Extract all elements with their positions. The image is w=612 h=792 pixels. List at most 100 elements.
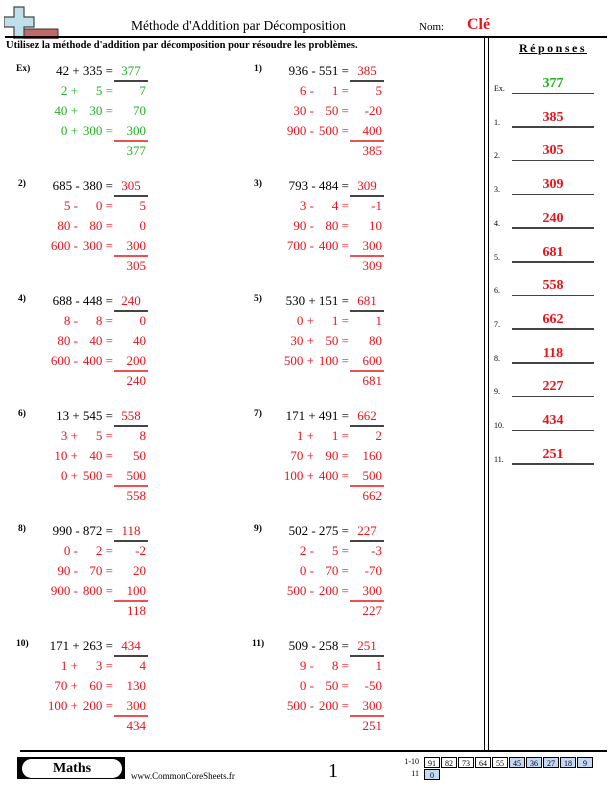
expression-text: 936 - 551 = (288, 63, 349, 78)
step-result: 300 (126, 698, 147, 713)
problem-answer: 377 (121, 63, 141, 78)
answer-key-row: 6. 558 (494, 276, 604, 297)
step-right-operand: 400 = (82, 353, 113, 368)
step-left-operand: 90 - (57, 563, 78, 578)
step-right-operand: 300 = (82, 123, 113, 138)
step-left-operand: 2 + (60, 83, 78, 98)
answer-key-row: 3. 309 (494, 175, 604, 196)
problem-answer: 240 (121, 293, 141, 308)
score-cell: 45 (509, 757, 525, 768)
problem-expression: 990 - 872 = 118 (18, 522, 178, 540)
answer-key-line (512, 159, 594, 162)
step-right-operand: 5 = (95, 428, 113, 443)
answer-key-value: 681 (542, 244, 564, 260)
score-cell: 18 (560, 757, 576, 768)
total-value: 434 (126, 718, 147, 733)
expression-text: 793 - 484 = (288, 178, 349, 193)
problem-expression: 42 + 335 = 377 (18, 62, 178, 80)
decomposition-total: 118 (18, 602, 178, 620)
expression-text: 530 + 151 = (285, 293, 349, 308)
step-result: 160 (362, 448, 383, 463)
decomposition-step: 3 - 4 = -1 (254, 197, 414, 215)
step-right-operand: 50 = (325, 333, 349, 348)
problem-answer: 309 (357, 178, 377, 193)
footer-divider-right (484, 750, 607, 752)
step-result: -2 (135, 543, 146, 558)
expression-text: 509 - 258 = (288, 638, 349, 653)
problem-answer: 227 (357, 523, 377, 538)
score-row-label: 1-10 (404, 757, 419, 766)
step-left-operand: 5 - (63, 198, 78, 213)
step-left-operand: 30 - (293, 103, 314, 118)
answer-key-value: 227 (542, 379, 564, 395)
decomposition-step: 600 - 300 = 300 (18, 237, 178, 255)
step-result: 7 (139, 83, 147, 98)
score-cell: 55 (492, 757, 508, 768)
step-right-operand: 500 = (82, 468, 113, 483)
footer-divider (20, 750, 484, 752)
step-left-operand: 10 + (54, 448, 78, 463)
decomposition-step: 100 + 200 = 300 (18, 697, 178, 715)
decomposition-step: 80 - 80 = 0 (18, 217, 178, 235)
step-result: 300 (126, 123, 147, 138)
problem-item: 1) 936 - 551 = 385 6 -1 = 5 30 -50 = -20 900 -5… (254, 62, 414, 172)
total-value: 240 (126, 373, 147, 388)
step-result: 5 (375, 83, 383, 98)
answer-key-line (512, 463, 594, 465)
decomposition-step: 600 - 400 = 200 (18, 352, 178, 370)
step-left-operand: 90 - (293, 218, 314, 233)
step-left-operand: 900 - (50, 583, 78, 598)
name-value: Clé (467, 16, 491, 33)
step-right-operand: 5 = (95, 83, 113, 98)
problem-expression: 530 + 151 = 681 (254, 292, 414, 310)
problem-item: 4) 688 - 448 = 240 8 -8 = 0 80 -40 = 40 600 -40… (18, 292, 178, 402)
step-right-operand: 70 = (89, 563, 113, 578)
step-result: 80 (369, 333, 382, 348)
step-left-operand: 500 - (286, 583, 314, 598)
answers-title: Réponses (519, 41, 588, 55)
step-result: 10 (369, 218, 382, 233)
step-left-operand: 6 - (299, 83, 314, 98)
step-result: 0 (139, 218, 147, 233)
step-left-operand: 1 + (296, 428, 314, 443)
decomposition-total: 434 (18, 717, 178, 735)
step-result: 200 (126, 353, 147, 368)
step-right-operand: 100 = (318, 353, 349, 368)
step-result: 50 (133, 448, 146, 463)
score-cell: 73 (458, 757, 474, 768)
step-left-operand: 0 - (63, 543, 78, 558)
decomposition-total: 240 (18, 372, 178, 390)
score-cell: 9 (577, 757, 593, 768)
answer-key-row: 2. 305 (494, 141, 604, 162)
step-left-operand: 100 + (283, 468, 314, 483)
decomposition-total: 377 (18, 142, 178, 160)
decomposition-step: 900 - 800 = 100 (18, 582, 178, 600)
answer-key-number: 5. (494, 252, 500, 262)
decomposition-step: 90 - 70 = 20 (18, 562, 178, 580)
expression-text: 685 - 380 = (52, 178, 113, 193)
step-left-operand: 600 - (50, 353, 78, 368)
problem-item: 11) 509 - 258 = 251 9 -8 = 1 0 -50 = -50 500 -2… (252, 637, 414, 747)
step-left-operand: 500 + (283, 353, 314, 368)
answer-key-number: 6. (494, 286, 500, 296)
answer-key-row: 1. 385 (494, 108, 604, 128)
decomposition-step: 40 + 30 = 70 (18, 102, 178, 120)
answer-key-value: 662 (542, 311, 564, 327)
step-result: 300 (362, 583, 383, 598)
answer-key-row: 4. 240 (494, 209, 604, 229)
step-right-operand: 8 = (331, 658, 349, 673)
problem-answer: 385 (357, 63, 377, 78)
step-result: 130 (126, 678, 147, 693)
step-result: 500 (362, 468, 383, 483)
answer-key-value: 434 (542, 413, 564, 428)
step-right-operand: 400 = (318, 238, 349, 253)
header-divider (5, 36, 607, 38)
step-right-operand: 30 = (89, 103, 113, 118)
decomposition-step: 2 + 5 = 7 (18, 82, 178, 100)
decomposition-step: 90 - 80 = 10 (254, 217, 414, 235)
instructions: Utilisez la méthode d'addition par décom… (6, 40, 358, 51)
decomposition-step: 0 - 50 = -50 (254, 677, 414, 695)
total-value: 227 (362, 603, 383, 618)
answer-key-line (512, 227, 594, 229)
step-right-operand: 60 = (89, 678, 113, 693)
